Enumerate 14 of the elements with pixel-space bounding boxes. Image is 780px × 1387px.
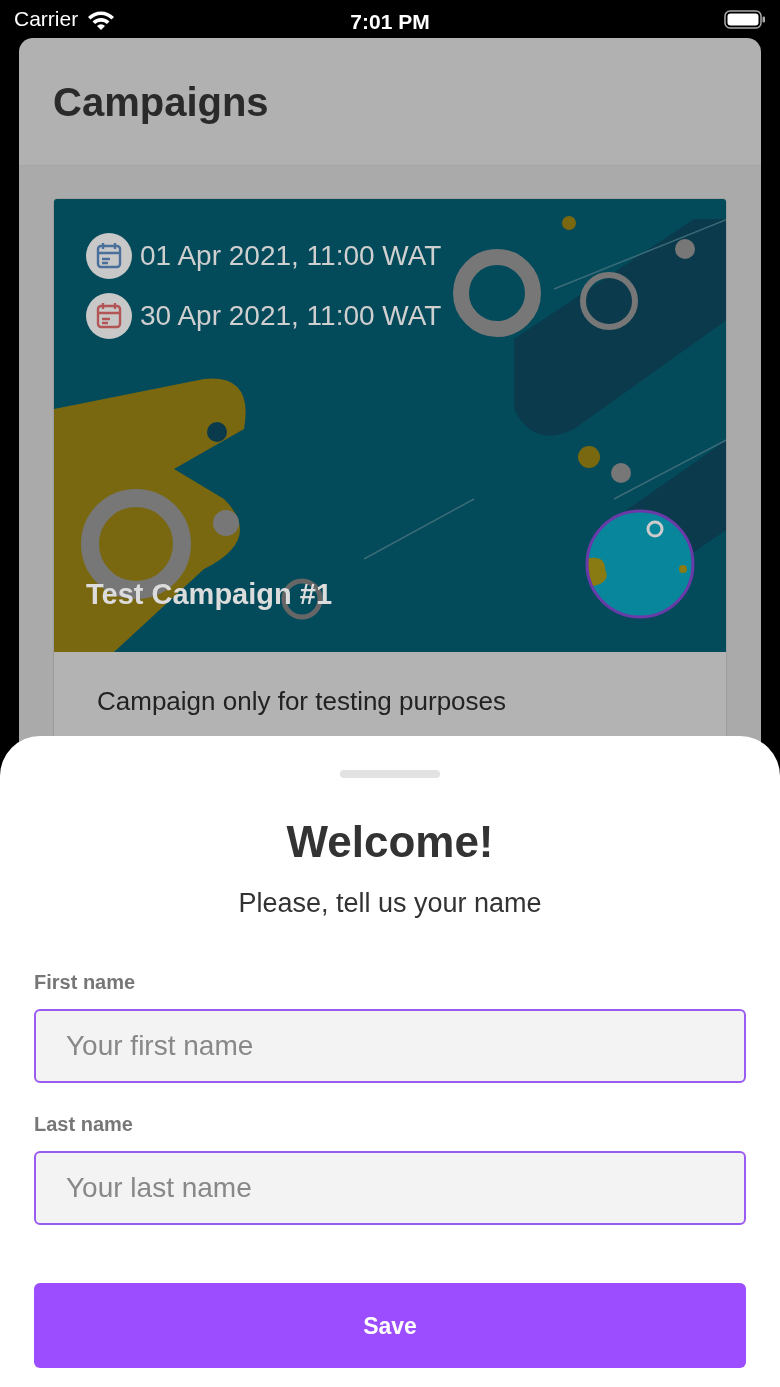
- battery-icon: [724, 9, 766, 29]
- field-label: First name: [34, 970, 137, 996]
- clock-time: 7:01 PM: [350, 9, 430, 35]
- input-field[interactable]: Your last name: [34, 1151, 746, 1226]
- field-label: Last name: [34, 1112, 134, 1138]
- drag-handle[interactable]: [340, 770, 440, 778]
- sheet-title: Welcome!: [285, 816, 495, 868]
- campaign-description: Campaign only for testing purposes: [96, 685, 507, 718]
- input-field[interactable]: Your first name: [34, 1009, 746, 1084]
- sheet-subtitle: Please, tell us your name: [237, 886, 543, 920]
- save-button[interactable]: Save: [34, 1283, 746, 1369]
- wifi-icon: [86, 8, 117, 30]
- page-title: Campaigns: [53, 78, 269, 126]
- carrier-name: Carrier: [14, 6, 79, 33]
